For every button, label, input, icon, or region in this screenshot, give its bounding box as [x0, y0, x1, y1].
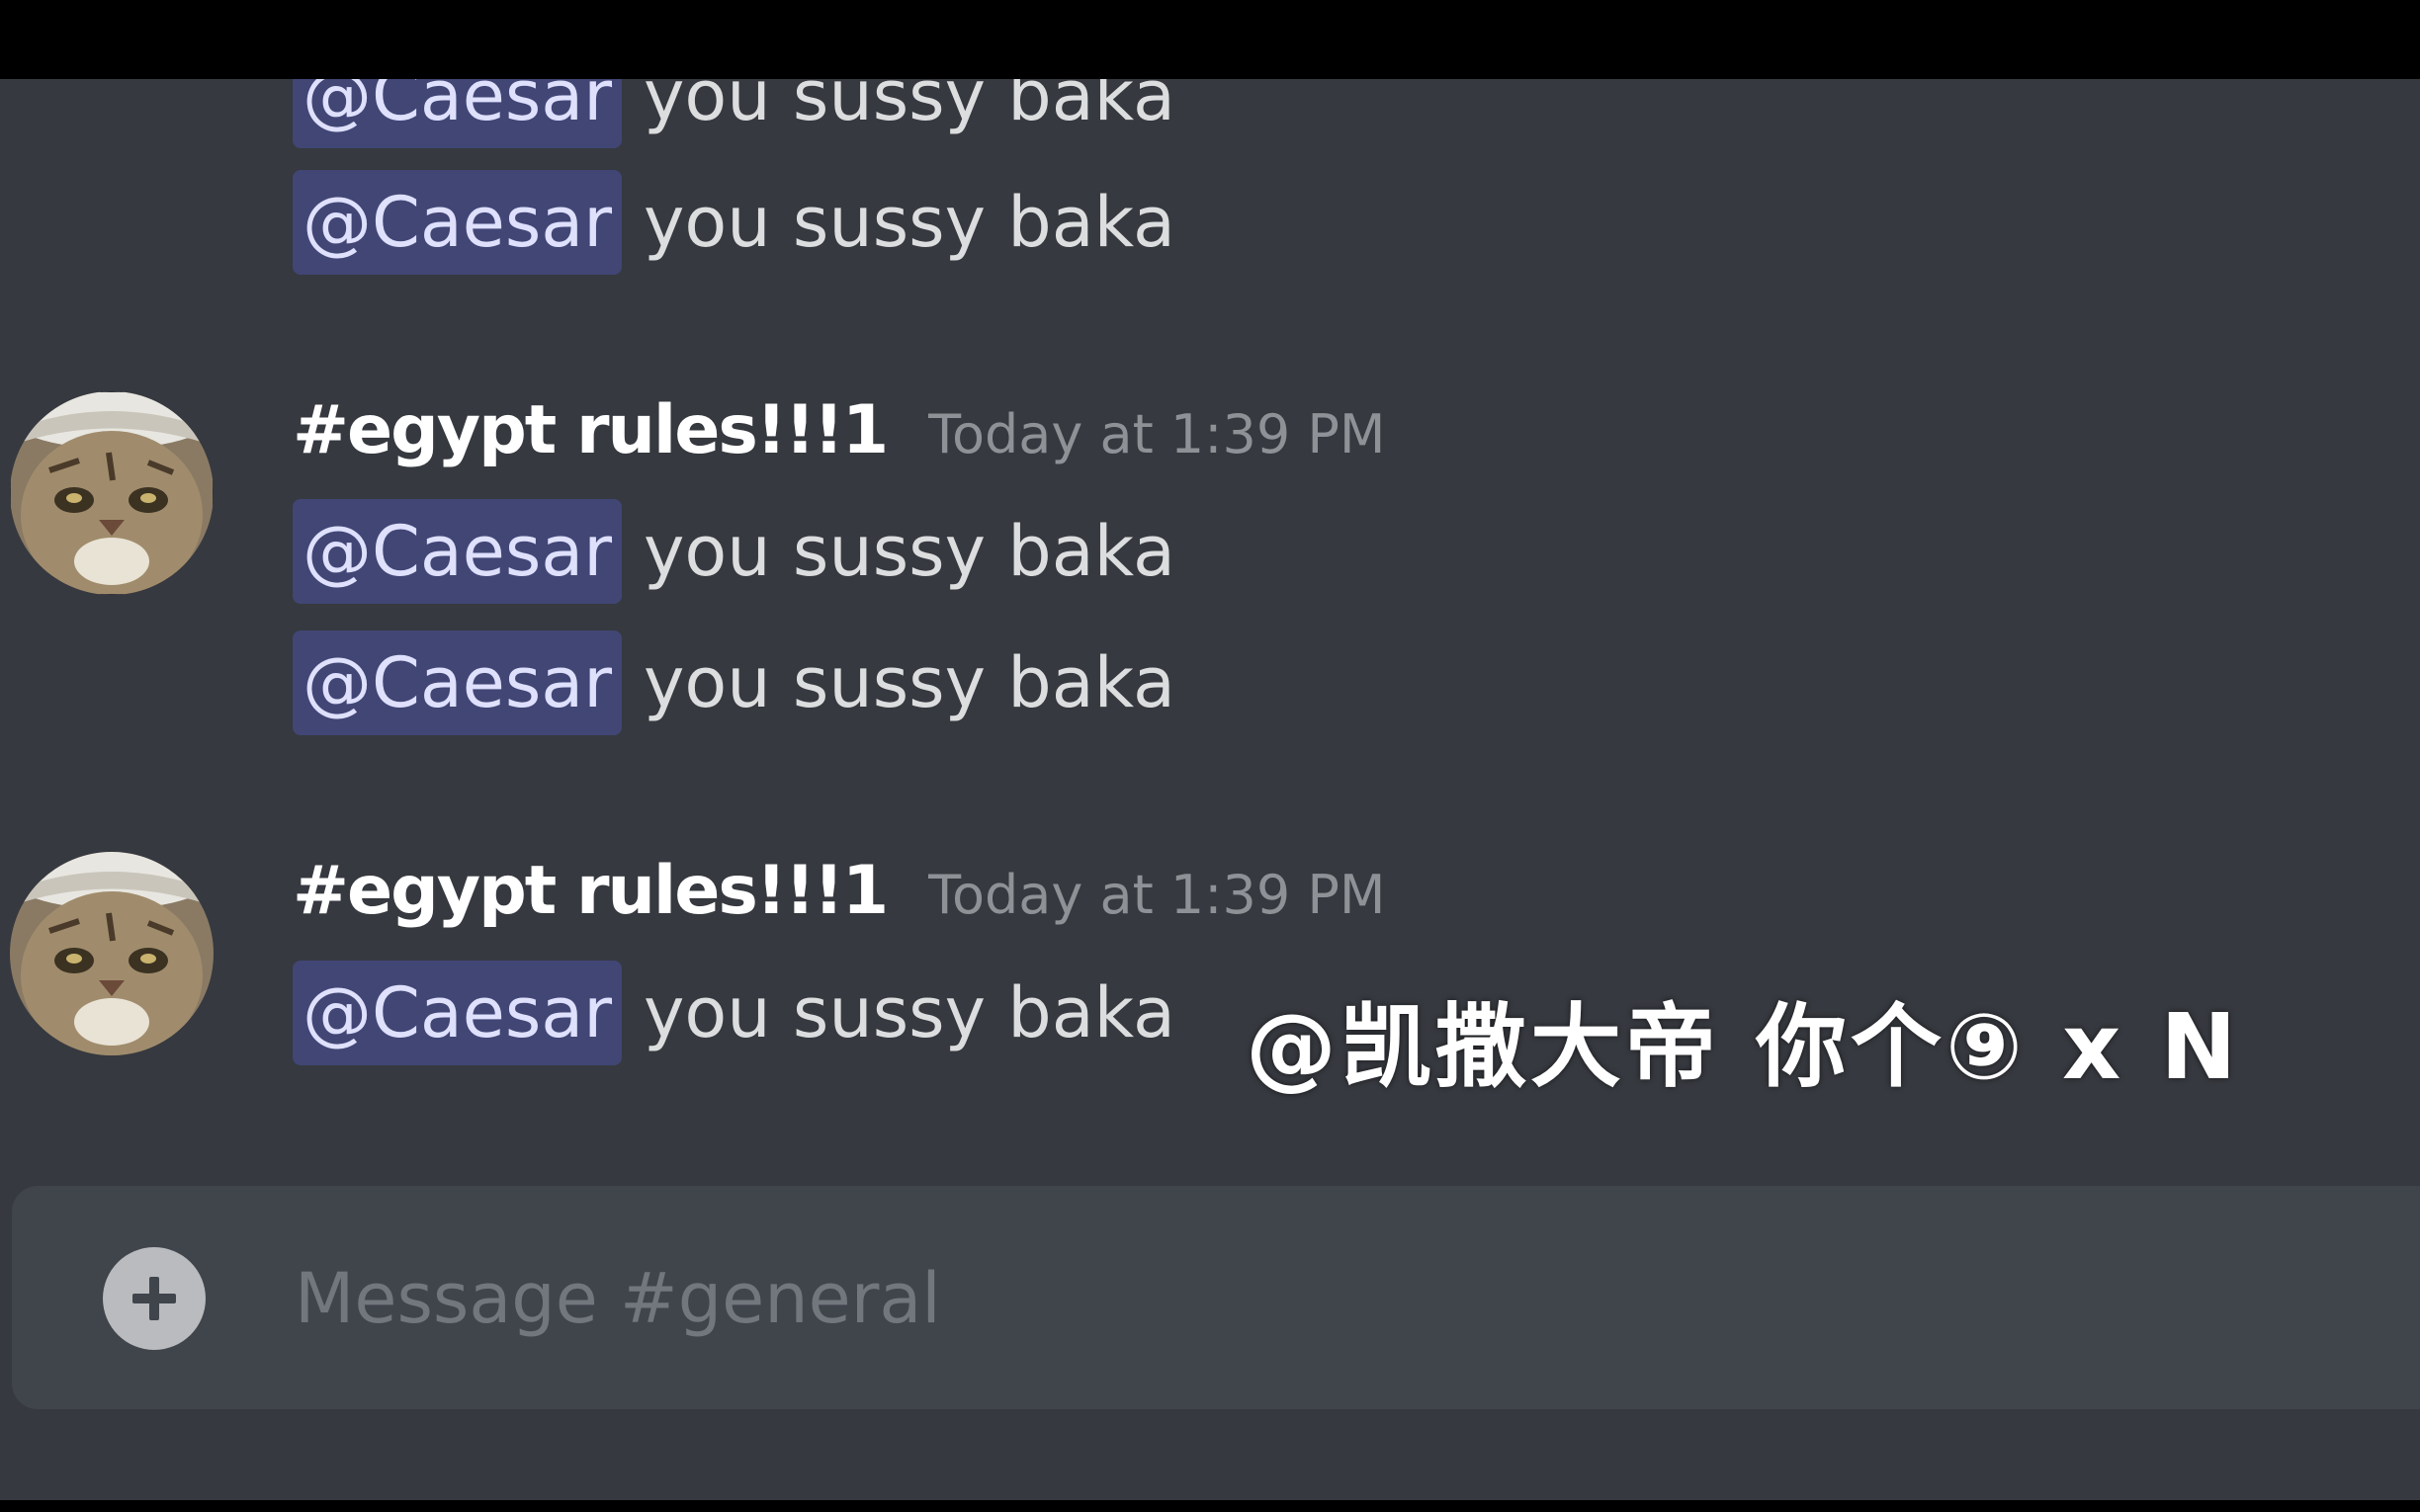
message-text: you sussy baka — [643, 642, 1175, 723]
cat-avatar-icon — [10, 391, 214, 595]
user-mention[interactable]: @Caesar — [293, 170, 622, 275]
username[interactable]: #egypt rules!!!1 — [293, 391, 889, 469]
timestamp[interactable]: Today at 1:39 PM — [928, 403, 1385, 465]
plus-circle-icon — [132, 1277, 176, 1320]
username[interactable]: #egypt rules!!!1 — [293, 852, 889, 930]
user-avatar[interactable] — [10, 391, 214, 595]
message-input[interactable] — [295, 1239, 2371, 1358]
message-text: you sussy baka — [643, 972, 1175, 1053]
message-line: @Caesar you sussy baka — [293, 168, 1175, 277]
message-header: #egypt rules!!!1 Today at 1:39 PM — [293, 852, 1386, 951]
video-letterbox-bottom — [0, 1500, 2420, 1512]
message-text: you sussy baka — [643, 511, 1175, 592]
add-attachment-button[interactable] — [103, 1247, 206, 1350]
message-header: #egypt rules!!!1 Today at 1:39 PM — [293, 391, 1386, 490]
user-mention[interactable]: @Caesar — [293, 630, 622, 735]
message-line: @Caesar you sussy baka — [293, 497, 1175, 606]
chat-window: @Caesar you sussy baka @Caesar you sussy… — [0, 0, 2420, 1512]
user-mention[interactable]: @Caesar — [293, 499, 622, 604]
user-mention[interactable]: @Caesar — [293, 961, 622, 1065]
message-composer — [12, 1186, 2420, 1409]
user-avatar[interactable] — [10, 852, 214, 1055]
timestamp[interactable]: Today at 1:39 PM — [928, 864, 1385, 926]
message-line: @Caesar you sussy baka — [293, 629, 1175, 737]
message-line: @Caesar you sussy baka — [293, 959, 1175, 1067]
cat-avatar-icon — [10, 852, 214, 1055]
video-caption: @凯撒大帝 你个⑨ x N — [1246, 994, 2241, 1100]
video-letterbox-top — [0, 0, 2420, 79]
message-text: you sussy baka — [643, 182, 1175, 263]
